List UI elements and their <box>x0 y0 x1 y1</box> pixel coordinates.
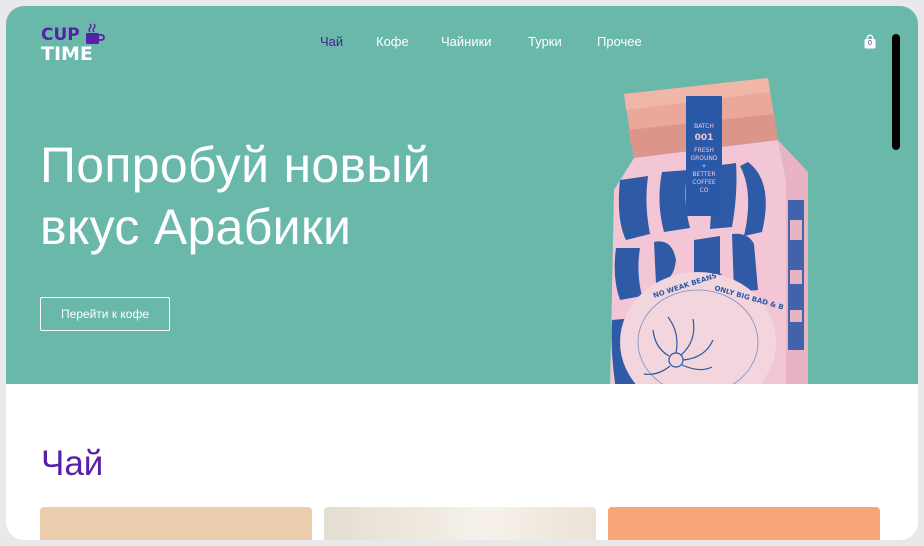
svg-text:BETTER: BETTER <box>692 171 715 178</box>
nav-item-coffee[interactable]: Кофе <box>376 34 409 49</box>
nav-item-tea[interactable]: Чай <box>320 34 343 49</box>
scrollbar-thumb[interactable] <box>892 34 900 150</box>
nav-item-other[interactable]: Прочее <box>597 34 642 49</box>
main-nav: Чай Кофе Чайники Турки Прочее <box>6 34 918 54</box>
svg-text:CO: CO <box>700 187 709 194</box>
nav-item-turks[interactable]: Турки <box>528 34 562 49</box>
nav-item-kettles[interactable]: Чайники <box>441 34 492 49</box>
product-card[interactable] <box>40 507 312 540</box>
svg-text:001: 001 <box>695 133 714 143</box>
hero-title: Попробуй новый вкус Арабики <box>40 134 600 258</box>
coffee-bag-image: BATCH 001 FRESH GROUND + BETTER COFFEE C… <box>610 78 808 384</box>
go-to-coffee-button[interactable]: Перейти к кофе <box>40 297 170 331</box>
svg-text:+: + <box>701 163 706 170</box>
hero-banner: CUP TIME Чай Кофе Чайники Турки Прочее 0 <box>6 6 918 384</box>
cart-count: 0 <box>868 40 872 47</box>
svg-text:BATCH: BATCH <box>694 123 714 130</box>
section-title: Чай <box>41 444 104 483</box>
product-card[interactable] <box>324 507 596 540</box>
hero-title-line2: вкус Арабики <box>40 199 352 255</box>
product-card[interactable] <box>608 507 880 540</box>
svg-text:GROUND: GROUND <box>690 155 717 162</box>
svg-text:FRESH: FRESH <box>694 147 714 154</box>
cart-button[interactable]: 0 <box>862 34 878 50</box>
svg-text:COFFEE: COFFEE <box>692 179 716 186</box>
hero-title-line1: Попробуй новый <box>40 137 431 193</box>
browser-page: CUP TIME Чай Кофе Чайники Турки Прочее 0 <box>6 6 918 540</box>
